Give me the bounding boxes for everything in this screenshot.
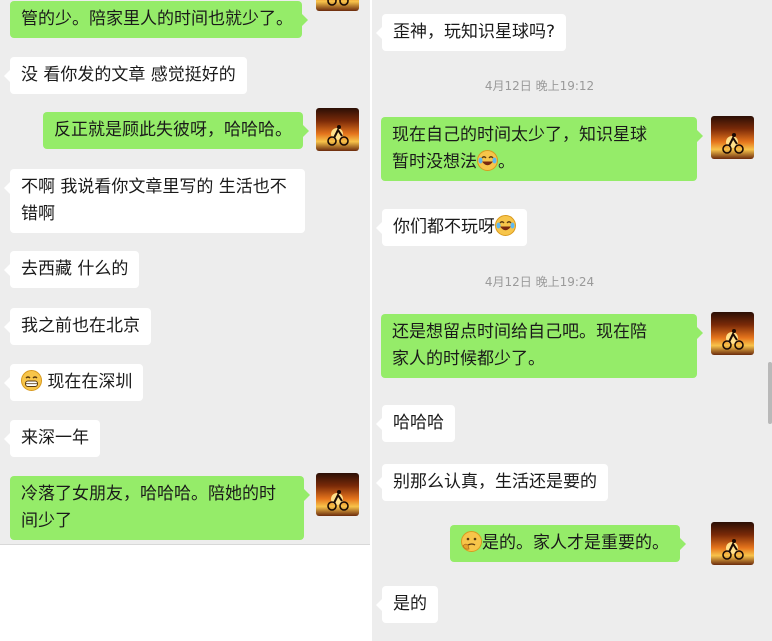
message-line: 暂时没想法 。 bbox=[392, 149, 686, 176]
laugh-tears-emoji-icon bbox=[495, 215, 516, 236]
message-text: 你们都不玩呀 bbox=[393, 217, 495, 237]
avatar[interactable] bbox=[316, 108, 359, 151]
message-line: 冷落了女朋友，哈哈哈。陪她的时 bbox=[21, 484, 276, 504]
avatar[interactable] bbox=[316, 0, 359, 11]
avatar[interactable] bbox=[316, 473, 359, 516]
thinking-emoji-icon bbox=[461, 531, 482, 552]
timestamp: 4月12日 晚上19:12 bbox=[484, 79, 595, 93]
message-bubble-incoming[interactable]: 来深一年 bbox=[4, 420, 100, 457]
grin-emoji-icon bbox=[21, 370, 42, 391]
message-line: 间少了 bbox=[21, 511, 72, 531]
message-bubble-outgoing[interactable]: 还是想留点时间给自己吧。现在陪 家人的时候都少了。 bbox=[381, 314, 703, 378]
message-text: 是的。家人才是重要的。 bbox=[482, 533, 669, 553]
laugh-tears-emoji-icon bbox=[477, 150, 498, 171]
message-bubble-incoming[interactable]: 没 看你发的文章 感觉挺好的 bbox=[4, 57, 247, 94]
message-bubble-incoming[interactable]: 你们都不玩呀 bbox=[376, 209, 527, 246]
message-bubble-incoming[interactable]: 我之前也在北京 bbox=[4, 308, 151, 345]
message-line: 不啊 我说看你文章里写的 生活也不 bbox=[21, 177, 287, 197]
message-bubble-incoming[interactable]: 不啊 我说看你文章里写的 生活也不 错啊 bbox=[4, 169, 305, 233]
avatar[interactable] bbox=[711, 116, 754, 159]
empty-area bbox=[0, 544, 370, 641]
message-line: 还是想留点时间给自己吧。现在陪 bbox=[392, 322, 647, 342]
message-line: 错啊 bbox=[21, 204, 55, 224]
message-line: 现在自己的时间太少了，知识星球 bbox=[392, 125, 647, 145]
avatar[interactable] bbox=[711, 312, 754, 355]
message-text: 暂时没想法 bbox=[392, 152, 477, 172]
message-bubble-outgoing[interactable]: 管的少。陪家里人的时间也就少了。 bbox=[10, 1, 308, 38]
message-bubble-outgoing[interactable]: 是的。家人才是重要的。 bbox=[450, 525, 686, 562]
message-bubble-incoming[interactable]: 哈哈哈 bbox=[376, 405, 455, 442]
message-bubble-outgoing[interactable]: 现在自己的时间太少了，知识星球 暂时没想法 。 bbox=[381, 117, 703, 181]
message-bubble-outgoing[interactable]: 反正就是顾此失彼呀，哈哈哈。 bbox=[43, 112, 309, 149]
message-bubble-incoming[interactable]: 别那么认真，生活还是要的 bbox=[376, 464, 608, 501]
message-bubble-incoming[interactable]: 歪神，玩知识星球吗? bbox=[375, 14, 567, 51]
scrollbar[interactable] bbox=[768, 362, 772, 424]
avatar[interactable] bbox=[711, 522, 754, 565]
message-text: 现在在深圳 bbox=[42, 372, 133, 392]
message-bubble-incoming[interactable]: 去西藏 什么的 bbox=[3, 251, 140, 288]
timestamp: 4月12日 晚上19:24 bbox=[484, 275, 595, 289]
message-bubble-incoming[interactable]: 现在在深圳 bbox=[3, 364, 144, 401]
message-bubble-incoming[interactable]: 是的 bbox=[376, 586, 438, 623]
message-line: 家人的时候都少了。 bbox=[392, 349, 545, 369]
left-chat-pane: 管的少。陪家里人的时间也就少了。 没 看你发的文章 感觉挺好的 反正就是顾此失彼… bbox=[0, 0, 370, 641]
message-text: 。 bbox=[498, 152, 515, 172]
message-bubble-outgoing[interactable]: 冷落了女朋友，哈哈哈。陪她的时 间少了 bbox=[10, 476, 310, 540]
right-chat-pane: 歪神，玩知识星球吗? 4月12日 晚上19:12 现在自己的时间太少了，知识星球… bbox=[372, 0, 772, 641]
